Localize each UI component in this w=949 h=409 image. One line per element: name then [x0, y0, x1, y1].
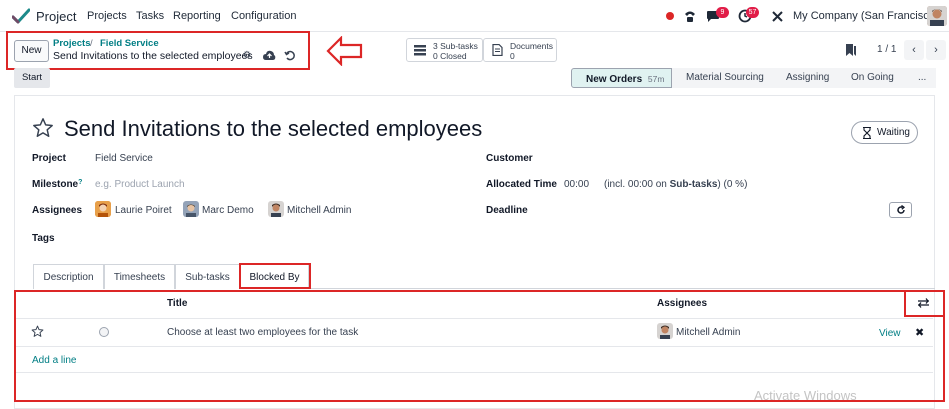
stage-duration: 57m — [647, 74, 665, 84]
allocated-subtasks: Sub-tasks — [669, 179, 718, 190]
help-tooltip-icon[interactable]: ? — [78, 179, 82, 186]
avatar — [95, 201, 111, 217]
stage-more-button[interactable]: ... — [906, 68, 936, 88]
stage-label: ... — [918, 72, 927, 83]
subtasks-closed: 0 Closed — [433, 51, 467, 61]
avatar — [268, 201, 284, 217]
breadcrumb-highlight-box — [6, 31, 310, 70]
stage-label: On Going — [851, 72, 894, 83]
milestone-label: Milestone? — [32, 179, 82, 190]
user-avatar[interactable] — [927, 6, 947, 26]
subtasks-count: 3 Sub-tasks — [433, 41, 478, 51]
pager-previous-button[interactable]: ‹ — [904, 40, 924, 60]
app-logo-icon[interactable] — [12, 8, 30, 24]
start-button[interactable]: Start — [14, 68, 50, 88]
activities-count-badge: 57 — [746, 7, 759, 18]
customer-label: Customer — [486, 153, 533, 164]
assignee-tag[interactable]: Marc Demo — [202, 205, 254, 216]
avatar — [183, 201, 199, 217]
bookmark-icon[interactable] — [845, 43, 857, 57]
assignee-tag[interactable]: Mitchell Admin — [287, 205, 351, 216]
pager-next-button[interactable]: › — [926, 40, 946, 60]
blocked-by-table-highlight-box — [14, 290, 945, 402]
blocked-by-tab-highlight-box — [239, 263, 311, 289]
annotation-arrow-left-icon — [326, 36, 363, 66]
waiting-label: Waiting — [877, 127, 910, 138]
menu-configuration[interactable]: Configuration — [231, 10, 296, 22]
milestone-field[interactable]: e.g. Product Launch — [95, 179, 185, 190]
deadline-label: Deadline — [486, 205, 528, 216]
messages-count-badge: 9 — [716, 7, 729, 18]
company-switcher[interactable]: My Company (San Francisco) — [793, 10, 939, 22]
allocated-time-label: Allocated Time — [486, 179, 557, 190]
tab-timesheets[interactable]: Timesheets — [104, 264, 175, 289]
hourglass-icon — [863, 127, 871, 139]
assignees-label: Assignees — [32, 205, 83, 216]
documents-count: 0 — [510, 51, 515, 61]
milestone-label-text: Milestone — [32, 179, 79, 190]
pager-value[interactable]: 1 / 1 — [877, 44, 896, 55]
menu-tasks[interactable]: Tasks — [136, 10, 164, 22]
allocated-prefix: (incl. 00:00 on — [604, 179, 670, 190]
project-label: Project — [32, 153, 66, 164]
star-icon[interactable] — [32, 117, 54, 139]
tags-label: Tags — [32, 233, 55, 244]
phone-icon[interactable] — [683, 9, 697, 23]
stage-assigning[interactable]: Assigning — [772, 68, 840, 88]
allocated-time-field[interactable]: 00:00 — [564, 179, 589, 190]
list-icon — [414, 45, 426, 56]
status-dot-icon[interactable] — [666, 12, 674, 20]
document-icon — [492, 44, 503, 56]
activate-windows-watermark: Activate Windows — [754, 388, 857, 403]
allocated-time-detail: (incl. 00:00 on Sub-tasks) (0 %) — [604, 179, 747, 190]
menu-projects[interactable]: Projects — [87, 10, 127, 22]
subtasks-smart-button[interactable]: 3 Sub-tasks 0 Closed — [406, 38, 483, 62]
stage-label: Assigning — [786, 72, 830, 83]
tab-sub-tasks[interactable]: Sub-tasks — [175, 264, 240, 289]
stage-on-going[interactable]: On Going — [840, 68, 906, 88]
documents-label: Documents — [510, 41, 553, 51]
tools-icon[interactable] — [771, 10, 784, 23]
menu-reporting[interactable]: Reporting — [173, 10, 221, 22]
stage-material-sourcing[interactable]: Material Sourcing — [672, 68, 772, 88]
refresh-icon — [896, 204, 905, 214]
allocated-suffix: ) (0 %) — [717, 179, 748, 190]
top-navbar: Project Projects Tasks Reporting Configu… — [0, 0, 949, 32]
assignee-tag[interactable]: Laurie Poiret — [115, 205, 172, 216]
stage-label: New Orders — [586, 74, 643, 85]
task-title[interactable]: Send Invitations to the selected employe… — [64, 116, 482, 142]
recurrence-refresh-button[interactable] — [889, 202, 912, 218]
stage-new-orders[interactable]: New Orders 57m — [571, 68, 672, 88]
documents-smart-button[interactable]: Documents 0 — [483, 38, 557, 62]
project-field[interactable]: Field Service — [95, 153, 153, 164]
app-name[interactable]: Project — [36, 9, 76, 24]
tab-description[interactable]: Description — [33, 264, 104, 289]
waiting-state-button[interactable]: Waiting — [851, 121, 918, 144]
stage-label: Material Sourcing — [686, 72, 764, 83]
